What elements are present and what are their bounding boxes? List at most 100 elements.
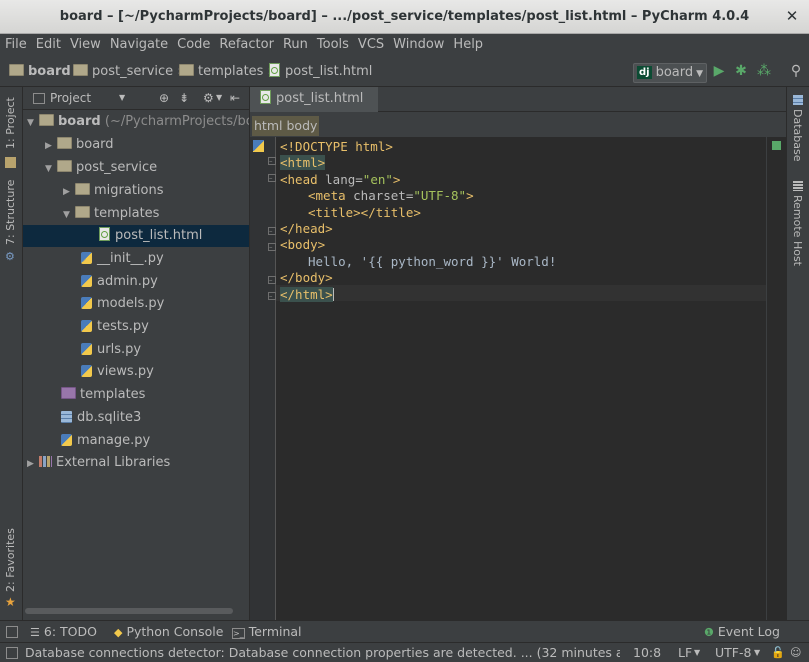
project-view-select[interactable]: Project: [50, 87, 91, 109]
tab-post-list-html[interactable]: post_list.html ✕: [250, 87, 378, 129]
status-message[interactable]: Database connections detector: Database …: [25, 643, 620, 662]
tab-structure-label: 7: Structure: [4, 179, 17, 245]
hide-panel-icon[interactable]: ⇤: [230, 87, 240, 109]
tab-project[interactable]: 1: Project: [0, 95, 22, 175]
menu-tools[interactable]: Tools: [312, 34, 349, 56]
chevron-down-icon[interactable]: ▼: [45, 158, 57, 179]
tab-remote-host[interactable]: Remote Host: [787, 179, 809, 269]
chevron-down-icon[interactable]: ▼: [119, 87, 125, 109]
python-file-icon: [61, 434, 72, 446]
folder-icon: [9, 64, 24, 76]
search-icon[interactable]: ⚲: [788, 63, 804, 79]
python-console-button[interactable]: ◆ Python Console: [114, 621, 223, 643]
menu-refactor[interactable]: Refactor: [214, 34, 274, 56]
menu-window[interactable]: Window: [388, 34, 444, 56]
fold-icon[interactable]: –: [268, 243, 276, 251]
locate-icon[interactable]: ⊕: [159, 87, 169, 109]
todo-icon: ☰: [30, 626, 40, 639]
caret-position[interactable]: 10:8: [633, 643, 661, 662]
tab-favorites[interactable]: 2: Favorites ★: [0, 528, 22, 612]
editor-gutter[interactable]: – – – – – –: [250, 137, 276, 620]
menu-code[interactable]: Code: [172, 34, 210, 56]
breadcrumb-post-list[interactable]: post_list.html: [269, 57, 372, 86]
tab-structure[interactable]: 7: Structure ⚙: [0, 180, 22, 267]
run-icon[interactable]: ▶: [711, 63, 727, 79]
chevron-down-icon[interactable]: ▼: [63, 204, 75, 225]
python-template-icon[interactable]: [253, 140, 264, 152]
crumb-html[interactable]: html: [252, 116, 285, 136]
breadcrumb-board[interactable]: board›: [9, 57, 80, 86]
project-icon: [5, 157, 16, 168]
file-encoding[interactable]: UTF-8: [715, 643, 751, 662]
tab-database[interactable]: Database: [787, 93, 809, 163]
project-view-icon: [33, 93, 45, 104]
debug-icon[interactable]: ✱: [733, 63, 749, 79]
event-log-icon: ❶: [704, 626, 714, 639]
text-cursor: [332, 287, 334, 301]
tree-item-board-root[interactable]: ▼board (~/PycharmProjects/board): [23, 111, 253, 133]
python-file-icon: [81, 320, 92, 332]
todo-button[interactable]: ☰ 6: TODO: [30, 621, 97, 643]
horizontal-scrollbar[interactable]: [25, 608, 233, 614]
line-separator[interactable]: LF: [678, 643, 692, 662]
fold-icon[interactable]: –: [268, 174, 276, 182]
chevron-right-icon[interactable]: ▶: [27, 453, 39, 474]
python-console-icon: ◆: [114, 626, 123, 639]
star-icon: ★: [5, 595, 16, 609]
code-editor[interactable]: <!DOCTYPE html> <html> <head lang="en"> …: [276, 137, 766, 620]
code-line-2: <html>: [280, 155, 326, 171]
menu-run[interactable]: Run: [278, 34, 308, 56]
chevron-right-icon[interactable]: ▶: [63, 181, 75, 202]
tree-item-post-service[interactable]: ▼ post_service: [23, 157, 271, 179]
window-title: board – [~/PycharmProjects/board] – .../…: [59, 9, 750, 24]
crumb-body[interactable]: body: [284, 116, 320, 136]
toggle-tool-windows-icon[interactable]: [6, 626, 18, 638]
chevron-down-icon[interactable]: ▼: [694, 643, 700, 662]
code-line-7: <body>: [280, 237, 326, 253]
close-window-icon[interactable]: ✕: [784, 8, 800, 24]
breadcrumb-post-service[interactable]: post_service›: [73, 57, 182, 86]
tree-item-templates-root[interactable]: templates: [23, 384, 287, 406]
chevron-down-icon[interactable]: ▼: [754, 643, 760, 662]
menu-navigate[interactable]: Navigate: [105, 34, 168, 56]
tab-project-label: 1: Project: [4, 97, 17, 149]
gear-icon[interactable]: ⚙: [203, 87, 214, 109]
chevron-right-icon[interactable]: ▶: [45, 135, 57, 156]
coverage-icon[interactable]: ⁂: [756, 63, 772, 79]
run-configuration-select[interactable]: dj board ▼: [633, 63, 707, 83]
status-toggle-icon[interactable]: [6, 647, 18, 659]
tab-database-label: Database: [791, 109, 804, 162]
tree-item-board[interactable]: ▶ board: [23, 134, 271, 156]
folder-icon: [75, 206, 90, 218]
structure-icon: ⚙: [5, 250, 15, 263]
menu-edit[interactable]: Edit: [31, 34, 61, 56]
breadcrumb-templates[interactable]: templates›: [179, 57, 273, 86]
code-line-6: </head>: [280, 221, 333, 236]
collapse-all-icon[interactable]: ⇟: [179, 87, 189, 109]
menu-view[interactable]: View: [65, 34, 101, 56]
database-icon: [793, 95, 803, 105]
menu-help[interactable]: Help: [448, 34, 483, 56]
fold-icon[interactable]: –: [268, 276, 276, 284]
menu-file[interactable]: File: [0, 34, 27, 56]
lock-icon[interactable]: 🔓: [771, 643, 785, 662]
terminal-button[interactable]: >_ Terminal: [232, 621, 302, 642]
menu-vcs[interactable]: VCS: [353, 34, 384, 56]
python-file-icon: [81, 252, 92, 264]
html-file-icon: [269, 63, 280, 77]
templates-folder-icon: [61, 387, 76, 399]
inspector-icon[interactable]: ☺: [790, 643, 801, 662]
code-line-5: <title></title>: [308, 204, 421, 220]
tree-item-external-libraries[interactable]: ▶ External Libraries: [23, 452, 253, 474]
chevron-down-icon[interactable]: ▼: [27, 112, 39, 133]
tree-item-manage-py[interactable]: manage.py: [23, 430, 287, 452]
chevron-down-icon[interactable]: ▼: [216, 87, 222, 109]
current-line-highlight: [276, 285, 766, 301]
inspection-ok-icon[interactable]: [772, 141, 781, 150]
folder-icon: [39, 114, 54, 126]
fold-icon[interactable]: –: [268, 227, 276, 235]
fold-icon[interactable]: –: [268, 157, 276, 165]
event-log-button[interactable]: ❶ Event Log: [704, 621, 780, 643]
fold-icon[interactable]: –: [268, 292, 276, 300]
tree-item-db-sqlite3[interactable]: db.sqlite3: [23, 407, 287, 429]
